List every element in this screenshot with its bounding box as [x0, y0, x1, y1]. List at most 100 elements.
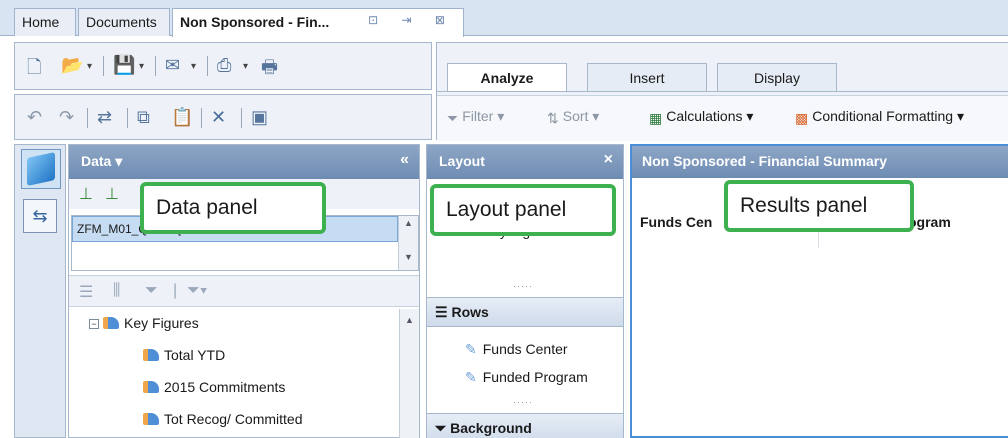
conditional-formatting-label: Conditional Formatting	[812, 108, 954, 124]
save-icon[interactable]: 💾	[113, 55, 135, 76]
background-label: Background	[450, 420, 532, 436]
calculations-label: Calculations	[666, 108, 743, 124]
filter-label: Filter	[462, 108, 494, 124]
ribbon-tab-underline	[437, 91, 1008, 92]
layout-row-label: Funds Center	[482, 341, 568, 357]
layout-row-item[interactable]: ✎ Funds Center	[465, 341, 568, 358]
cube-face	[27, 152, 55, 186]
tree-item[interactable]: 2015 Commitments	[143, 379, 285, 395]
key-figure-icon	[143, 413, 159, 425]
collapse-node-icon[interactable]: −	[89, 319, 99, 329]
filter-icon: ⏷	[447, 110, 459, 126]
paste-icon[interactable]: 📋	[171, 107, 193, 128]
delete-icon[interactable]: ✕	[211, 107, 226, 128]
toolbar-separator	[207, 56, 208, 76]
tree-item[interactable]: Total YTD	[143, 347, 225, 363]
toolbar-separator	[127, 108, 128, 128]
side-navigation-strip: ⇆	[14, 144, 66, 438]
results-panel-header: Non Sponsored - Financial Summary	[632, 146, 1008, 178]
key-figure-folder-icon	[103, 317, 119, 329]
close-panel-icon[interactable]: ×	[604, 151, 613, 169]
toolbar-separator	[87, 108, 88, 128]
main-toolbar: 🗋 📂 ▾ 💾 ▾ ✉ ▾ ⎙ ▾ 🖶	[14, 42, 432, 90]
open-dropdown-icon[interactable]: ▾	[87, 61, 92, 72]
tree-item[interactable]: Tot Recog/ Committed	[143, 411, 303, 427]
field-tree: − Key Figures Total YTD 2015 Commitments …	[69, 309, 419, 438]
key-figure-icon	[143, 349, 159, 361]
filter-options-icon[interactable]: ⏷▾	[187, 282, 208, 300]
edit-toolbar: ↶ ↷ ⇄ ⧉ 📋 ✕ ▣	[14, 94, 432, 140]
copy-icon[interactable]: ⧉	[137, 107, 150, 128]
callout-layout-panel: Layout panel	[430, 184, 616, 236]
rows-label: Rows	[451, 304, 489, 320]
tab-display[interactable]: Display	[717, 63, 837, 91]
data-panel-title[interactable]: Data	[81, 153, 111, 169]
dimension-icon: ✎	[465, 341, 477, 357]
field-toolbar: ☰ ⫼ ⏷ | ⏷▾	[69, 275, 419, 307]
callout-results-panel: Results panel	[724, 180, 914, 232]
print-icon[interactable]: 🖶	[261, 55, 278, 85]
new-document-icon[interactable]: 🗋	[27, 55, 41, 85]
export-dropdown-icon[interactable]: ▾	[243, 61, 248, 72]
open-folder-icon[interactable]: 📂	[61, 55, 83, 76]
scroll-down-icon[interactable]: ▼	[401, 252, 416, 268]
tab-documents[interactable]: Documents	[78, 8, 170, 36]
swap-axes-icon[interactable]: ⇄	[97, 107, 112, 128]
tab-active-document[interactable]: Non Sponsored - Fin... ⊡ ⇥ ⊠	[172, 8, 464, 37]
data-panel-header: Data ▾ «	[69, 145, 419, 179]
tree-node-key-figures[interactable]: − Key Figures	[89, 315, 199, 331]
layout-panel-title: Layout	[439, 153, 485, 169]
layout-toggle-icon[interactable]: ▣	[251, 107, 268, 128]
tab-insert[interactable]: Insert	[587, 63, 707, 91]
filter-field-icon[interactable]: ⏷	[145, 282, 158, 300]
toolbar-separator	[155, 56, 156, 76]
data-panel-title-caret[interactable]: ▾	[115, 153, 122, 169]
toolbar-separator: |	[173, 282, 178, 299]
conditional-formatting-button[interactable]: ▩ Conditional Formatting ▾	[795, 108, 964, 127]
sort-button[interactable]: ⇅ Sort ▾	[547, 108, 599, 127]
remove-data-source-icon[interactable]: ⊥	[105, 184, 119, 204]
column-header-funds-center[interactable]: Funds Cen	[640, 214, 712, 230]
email-dropdown-icon[interactable]: ▾	[191, 61, 196, 72]
rows-section-header: ☰ Rows	[427, 297, 623, 327]
background-filter-icon: ⏷	[435, 420, 447, 436]
toolbar-separator	[103, 56, 104, 76]
add-data-source-icon[interactable]: ⊥	[79, 184, 93, 204]
background-section-header: ⏷ Background	[427, 413, 623, 438]
sort-label: Sort	[562, 108, 589, 124]
undo-icon[interactable]: ↶	[27, 107, 42, 128]
tab-window-icons[interactable]: ⊡ ⇥ ⊠	[368, 13, 455, 27]
dimension-icon: ✎	[465, 369, 477, 385]
redo-icon[interactable]: ↷	[59, 107, 74, 128]
layout-row-item[interactable]: ✎ Funded Program	[465, 369, 588, 386]
callout-data-panel: Data panel	[140, 182, 326, 234]
layout-row-label: Funded Program	[482, 369, 588, 385]
tree-node-label: Key Figures	[124, 315, 199, 331]
active-tab-label: Non Sponsored - Fin...	[180, 14, 330, 30]
calculations-button[interactable]: ▦ Calculations ▾	[649, 108, 753, 127]
collapse-panel-icon[interactable]: «	[400, 151, 409, 169]
save-dropdown-icon[interactable]: ▾	[139, 61, 144, 72]
scroll-up-icon[interactable]: ▲	[402, 315, 417, 331]
email-icon[interactable]: ✉	[165, 55, 180, 76]
filter-button[interactable]: ⏷ Filter ▾	[447, 108, 504, 127]
scroll-up-icon[interactable]: ▲	[401, 218, 416, 234]
export-icon[interactable]: ⎙	[217, 55, 231, 76]
tab-analyze[interactable]: Analyze	[447, 63, 567, 92]
toolbar-separator	[241, 108, 242, 128]
tree-scrollbar[interactable]: ▲	[399, 309, 419, 438]
data-cube-icon[interactable]	[21, 149, 61, 189]
resize-grip[interactable]: ·····	[513, 281, 533, 291]
calculator-icon: ▦	[649, 110, 663, 126]
list-view-icon[interactable]: ☰	[79, 282, 93, 302]
tree-item-label: Tot Recog/ Committed	[164, 411, 303, 427]
ribbon-commands: ⏷ Filter ▾ ⇅ Sort ▾ ▦ Calculations ▾ ▩ Condi…	[437, 95, 1008, 141]
data-source-scrollbar[interactable]: ▲ ▼	[398, 216, 418, 270]
switch-view-icon[interactable]: ⇆	[23, 199, 57, 233]
resize-grip[interactable]: ·····	[513, 397, 533, 407]
column-header-funded-program[interactable]: ogram	[908, 214, 951, 230]
hierarchy-icon[interactable]: ⫼	[113, 282, 120, 300]
ribbon: Analyze Insert Display ⏷ Filter ▾ ⇅ Sort ▾…	[436, 42, 1008, 141]
tab-home[interactable]: Home	[14, 8, 76, 36]
rows-icon: ☰	[435, 304, 448, 320]
